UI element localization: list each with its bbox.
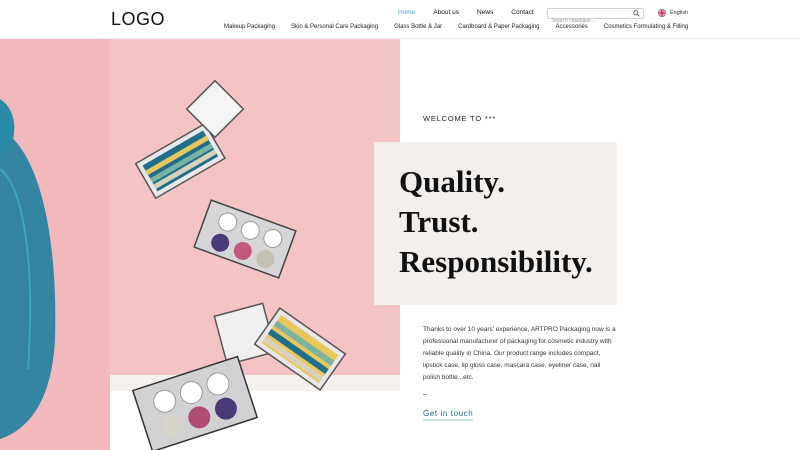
search-icon[interactable] xyxy=(633,10,640,17)
nav-home[interactable]: Home xyxy=(398,9,415,16)
language-selector[interactable]: English xyxy=(658,9,688,17)
nav-contact[interactable]: Contact xyxy=(511,9,533,16)
headline-line-trust: Trust. xyxy=(399,204,479,239)
language-label: English xyxy=(670,10,689,16)
category-makeup[interactable]: Makeup Packaging xyxy=(224,24,275,30)
divider-dash: – xyxy=(423,391,427,398)
category-nav: Makeup Packaging Skin & Personal Care Pa… xyxy=(224,24,704,30)
headline-line-responsibility: Responsibility. xyxy=(399,244,593,279)
top-nav: Home About us News Contact xyxy=(398,9,552,16)
site-header: LOGO Home About us News Contact English … xyxy=(0,0,800,39)
category-accessories[interactable]: Accessories xyxy=(556,24,588,30)
site-logo[interactable]: LOGO xyxy=(111,9,165,30)
nav-about[interactable]: About us xyxy=(433,9,459,16)
search-box xyxy=(547,8,644,26)
flag-icon xyxy=(658,9,666,17)
hero-image xyxy=(0,39,400,450)
category-glass[interactable]: Glass Bottle & Jar xyxy=(394,24,442,30)
product-illustration xyxy=(0,79,347,450)
nav-news[interactable]: News xyxy=(477,9,493,16)
company-description: Thanks to over 10 years' experience, ART… xyxy=(423,326,616,381)
headline-line-quality: Quality. xyxy=(399,164,505,199)
welcome-heading: WELCOME TO *** xyxy=(423,114,497,123)
category-cardboard[interactable]: Cardboard & Paper Packaging xyxy=(458,24,539,30)
get-in-touch-link[interactable]: Get in touch xyxy=(423,409,474,421)
category-skin-care[interactable]: Skin & Personal Care Packaging xyxy=(291,24,378,30)
category-formulating[interactable]: Cosmetics Formulating & Filling xyxy=(604,24,688,30)
